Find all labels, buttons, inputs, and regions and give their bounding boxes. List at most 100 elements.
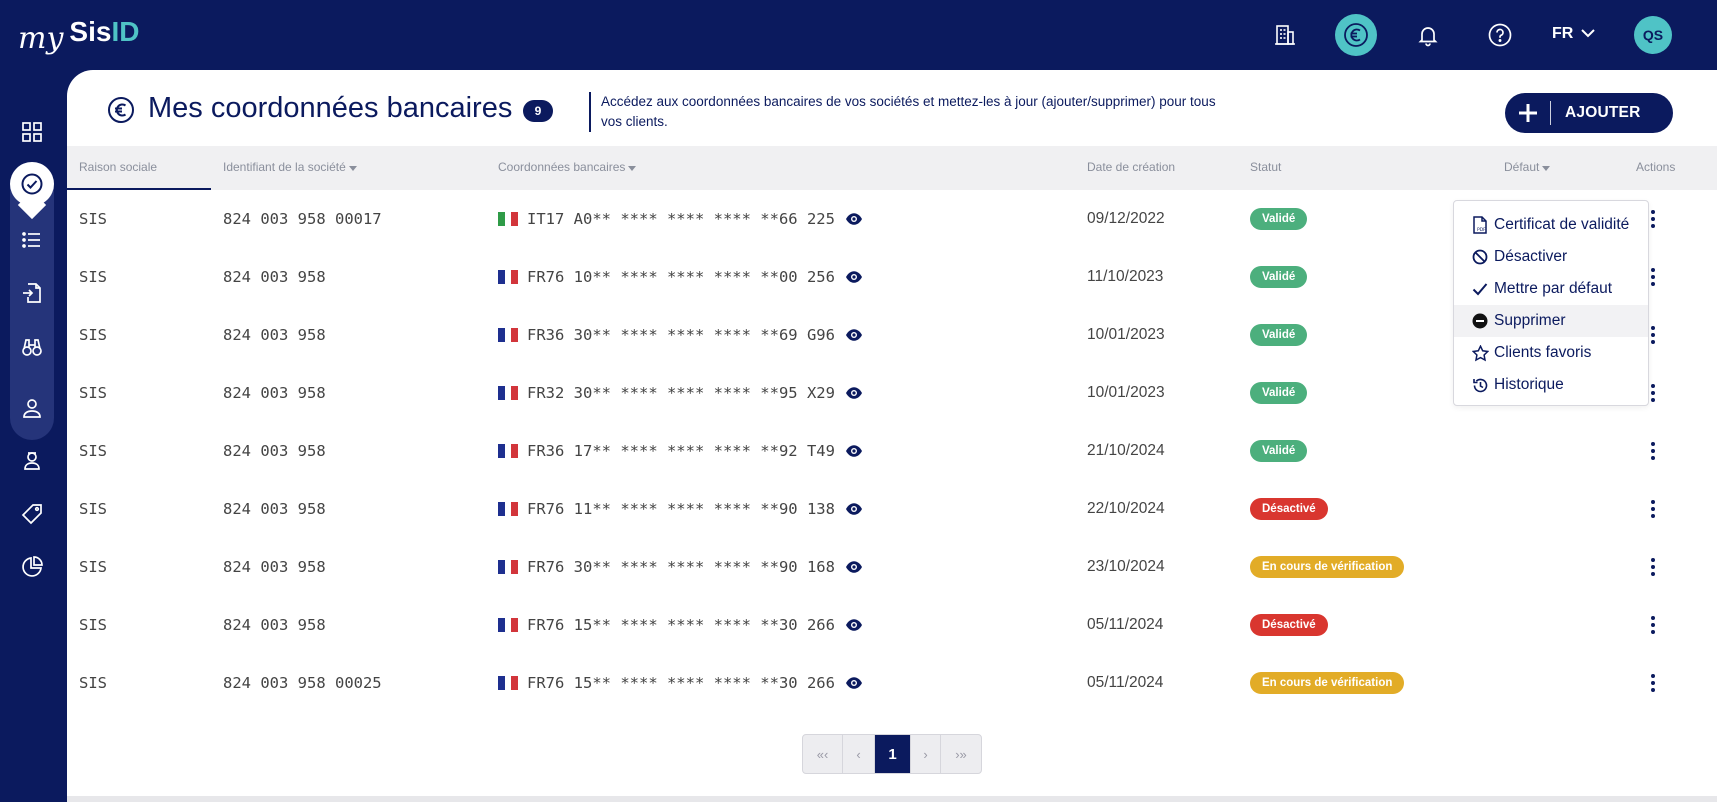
cell-raison-sociale: SIS bbox=[79, 364, 107, 422]
date-text: 09/12/2022 bbox=[1087, 210, 1165, 227]
count-badge: 9 bbox=[523, 100, 553, 122]
mysisid-logo[interactable]: my Sis ID bbox=[18, 14, 139, 62]
column-defaut[interactable]: Défaut bbox=[1504, 160, 1551, 174]
cell-raison-sociale: SIS bbox=[79, 538, 107, 596]
cell-raison-sociale: SIS bbox=[79, 480, 107, 538]
column-label: Coordonnées bancaires bbox=[498, 160, 626, 174]
first-page-button[interactable]: «‹ bbox=[803, 735, 843, 773]
help-icon[interactable] bbox=[1482, 17, 1518, 53]
flag-it-icon bbox=[498, 212, 519, 226]
kebab-menu-icon[interactable] bbox=[1645, 440, 1661, 462]
bell-icon[interactable] bbox=[1410, 17, 1446, 53]
dashboard-grid-icon[interactable] bbox=[12, 112, 52, 152]
plus-icon bbox=[1505, 101, 1551, 125]
eye-icon[interactable] bbox=[845, 558, 863, 576]
iban-text: FR36 17** **** **** **** **92 T49 bbox=[527, 442, 835, 460]
cell-actions bbox=[1645, 480, 1661, 538]
building-icon[interactable] bbox=[1267, 17, 1303, 53]
cell-identifiant: 824 003 958 bbox=[223, 422, 326, 480]
column-raison-sociale[interactable]: Raison sociale bbox=[79, 160, 157, 174]
cell-statut: En cours de vérification bbox=[1250, 654, 1405, 712]
page-header: Mes coordonnées bancaires 9 Accédez aux … bbox=[67, 70, 1717, 146]
eye-icon[interactable] bbox=[845, 326, 863, 344]
eye-icon[interactable] bbox=[845, 616, 863, 634]
status-badge: Validé bbox=[1250, 440, 1308, 462]
cell-identifiant: 824 003 958 bbox=[223, 596, 326, 654]
user-location-icon[interactable] bbox=[12, 388, 52, 428]
flag-fr-icon bbox=[498, 618, 519, 632]
eye-icon[interactable] bbox=[845, 210, 863, 228]
euro-icon[interactable] bbox=[1335, 14, 1377, 56]
history-icon bbox=[1470, 375, 1490, 395]
menu-item-historique[interactable]: Historique bbox=[1454, 369, 1648, 401]
eye-icon[interactable] bbox=[845, 442, 863, 460]
eye-icon[interactable] bbox=[845, 384, 863, 402]
date-text: 23/10/2024 bbox=[1087, 558, 1165, 575]
menu-item-supprimer[interactable]: Supprimer bbox=[1454, 305, 1648, 337]
cell-identifiant: 824 003 958 bbox=[223, 306, 326, 364]
raison-text: SIS bbox=[79, 674, 107, 692]
table-row[interactable]: SIS 824 003 958 00025 FR76 15** **** **** … bbox=[67, 654, 1717, 712]
eye-icon[interactable] bbox=[845, 500, 863, 518]
column-coordonnees[interactable]: Coordonnées bancaires bbox=[498, 160, 637, 174]
eye-icon[interactable] bbox=[845, 268, 863, 286]
column-identifiant[interactable]: Identifiant de la société bbox=[223, 160, 357, 174]
menu-item-clients-favoris[interactable]: Clients favoris bbox=[1454, 337, 1648, 369]
add-button-label: AJOUTER bbox=[1565, 104, 1641, 121]
agent-icon[interactable] bbox=[12, 440, 52, 480]
raison-text: SIS bbox=[79, 384, 107, 402]
last-page-button[interactable]: ›» bbox=[941, 735, 981, 773]
menu-item-label: Certificat de validité bbox=[1494, 216, 1630, 233]
kebab-menu-icon[interactable] bbox=[1645, 498, 1661, 520]
cell-raison-sociale: SIS bbox=[79, 422, 107, 480]
flag-fr-icon bbox=[498, 444, 519, 458]
cell-coordonnees: FR36 17** **** **** **** **92 T49 bbox=[498, 422, 863, 480]
cell-identifiant: 824 003 958 bbox=[223, 248, 326, 306]
cell-coordonnees: FR76 30** **** **** **** **90 168 bbox=[498, 538, 863, 596]
column-label: Raison sociale bbox=[79, 160, 158, 174]
sort-caret-icon bbox=[1542, 165, 1551, 171]
date-text: 22/10/2024 bbox=[1087, 500, 1165, 517]
cell-raison-sociale: SIS bbox=[79, 190, 107, 248]
user-avatar[interactable]: QS bbox=[1634, 16, 1672, 54]
logo-sis: Sis bbox=[69, 16, 112, 47]
iban-text: FR76 10** **** **** **** **00 256 bbox=[527, 268, 835, 286]
menu-item-certificat[interactable]: PDF Certificat de validité bbox=[1454, 209, 1648, 241]
identifiant-text: 824 003 958 bbox=[223, 442, 326, 460]
menu-item-mettre-par-defaut[interactable]: Mettre par défaut bbox=[1454, 273, 1648, 305]
previous-page-button[interactable]: ‹ bbox=[843, 735, 875, 773]
pagination: «‹ ‹ 1 › ›» bbox=[802, 734, 982, 774]
next-page-button[interactable]: › bbox=[911, 735, 941, 773]
bottom-scrollbar[interactable] bbox=[67, 796, 1717, 802]
menu-item-label: Mettre par défaut bbox=[1494, 280, 1613, 297]
menu-item-label: Clients favoris bbox=[1494, 344, 1592, 361]
menu-item-desactiver[interactable]: Désactiver bbox=[1454, 241, 1648, 273]
status-badge: Désactivé bbox=[1250, 614, 1328, 636]
tag-icon[interactable] bbox=[12, 494, 52, 534]
list-icon[interactable] bbox=[12, 220, 52, 260]
column-statut[interactable]: Statut bbox=[1250, 160, 1281, 174]
table-row[interactable]: SIS 824 003 958 FR76 30** **** **** **** *… bbox=[67, 538, 1717, 596]
table-row[interactable]: SIS 824 003 958 FR76 11** **** **** **** *… bbox=[67, 480, 1717, 538]
eye-icon[interactable] bbox=[845, 674, 863, 692]
binoculars-icon[interactable] bbox=[12, 327, 52, 367]
kebab-menu-icon[interactable] bbox=[1645, 556, 1661, 578]
date-text: 05/11/2024 bbox=[1087, 674, 1164, 691]
add-button[interactable]: AJOUTER bbox=[1505, 93, 1673, 133]
column-label: Statut bbox=[1250, 160, 1282, 174]
pie-chart-icon[interactable] bbox=[12, 547, 52, 587]
language-selector[interactable]: FR bbox=[1552, 25, 1596, 43]
language-label: FR bbox=[1552, 25, 1574, 42]
table-row[interactable]: SIS 824 003 958 FR76 15** **** **** **** *… bbox=[67, 596, 1717, 654]
table-row[interactable]: SIS 824 003 958 FR36 17** **** **** **** *… bbox=[67, 422, 1717, 480]
date-text: 21/10/2024 bbox=[1087, 442, 1165, 459]
import-file-icon[interactable] bbox=[12, 273, 52, 313]
minus-circle-icon bbox=[1470, 311, 1490, 331]
date-text: 10/01/2023 bbox=[1087, 326, 1165, 343]
kebab-menu-icon[interactable] bbox=[1645, 672, 1661, 694]
kebab-menu-icon[interactable] bbox=[1645, 614, 1661, 636]
column-date-creation[interactable]: Date de création bbox=[1087, 160, 1175, 174]
page-1-button[interactable]: 1 bbox=[875, 735, 911, 773]
cell-raison-sociale: SIS bbox=[79, 596, 107, 654]
column-label: Date de création bbox=[1087, 160, 1176, 174]
